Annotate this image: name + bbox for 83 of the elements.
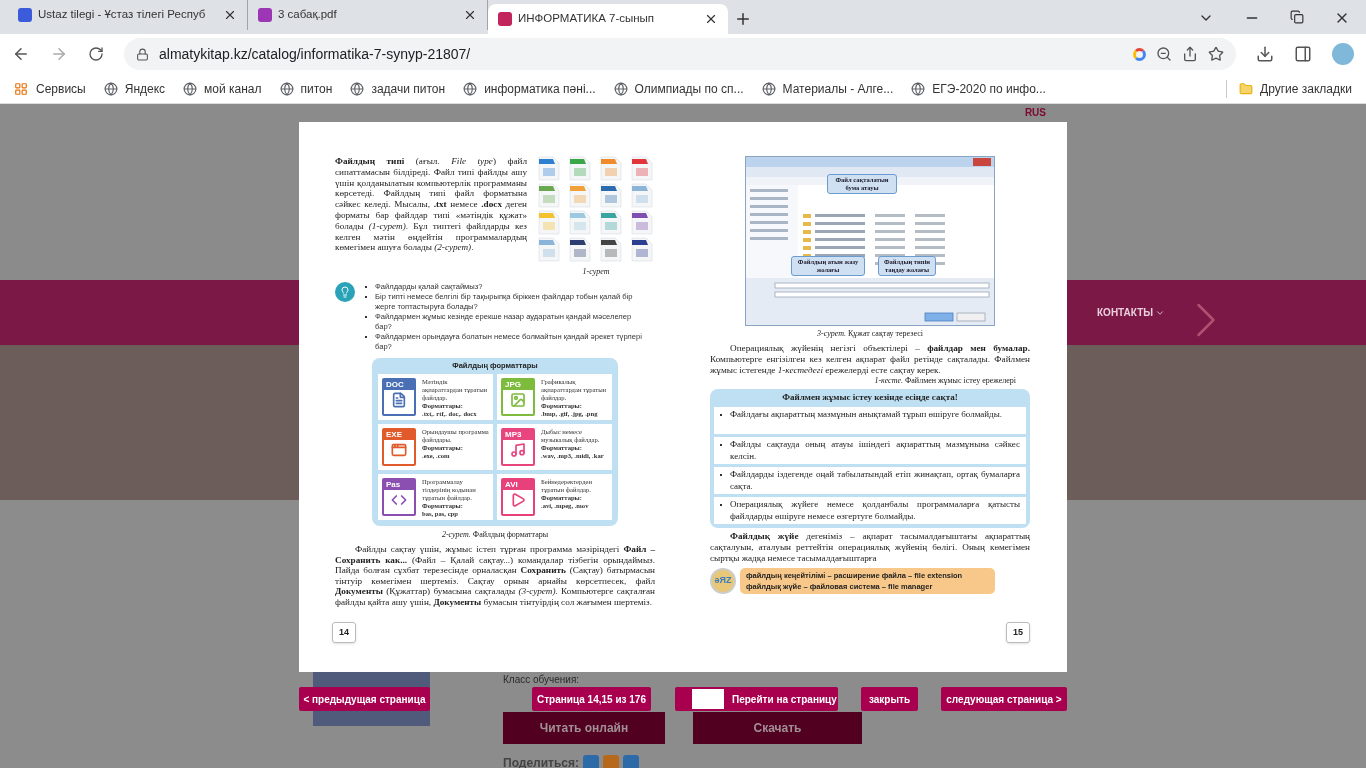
globe-icon [613, 81, 628, 96]
file-type-label: JPG [503, 380, 533, 390]
browser-tab[interactable]: 3 сабақ.pdf [248, 0, 488, 30]
address-bar[interactable]: almatykitap.kz/catalog/informatika-7-synyp-21807/ [124, 38, 1236, 70]
download-button[interactable]: Скачать [693, 712, 862, 744]
file-type-label: EXE [384, 430, 414, 440]
page-number: 15 [1006, 622, 1030, 643]
page-number-input[interactable] [692, 689, 724, 709]
page-indicator[interactable]: Страница 14,15 из 176 [532, 687, 651, 711]
close-button[interactable]: закрыть [861, 687, 918, 711]
globe-icon [103, 81, 118, 96]
other-bookmarks[interactable]: Другие закладки [1226, 79, 1352, 98]
file-type-label: Pas [384, 480, 414, 490]
document-icon [391, 392, 407, 408]
rule-text: Файлды сақтауда оның атауы ішіндегі ақпараттың мазмұнына сәйкес келсін. [730, 439, 1020, 463]
favicon-icon [18, 8, 32, 22]
download-icon[interactable] [1256, 45, 1274, 63]
window-icon [391, 442, 407, 458]
paragraph: Файлдық жүйе дегеніміз – ақпарат тасымалдағыштағы ақпараттың сақталуын, аталуын реттейтін операциялық жүйенің бөлігі. Оның көмегімен сыртқы жадқа немесе тасымалдағыштарға [710, 531, 1030, 564]
class-label: Класс обучения: [503, 673, 581, 687]
zoom-out-icon[interactable] [1156, 46, 1172, 62]
tab-title: 3 сабақ.pdf [278, 7, 338, 23]
tab-title: Ustaz tilegi - Ұстаз тілегі Респуб [38, 7, 207, 23]
page-number: 14 [332, 622, 356, 643]
figure-caption: 2-сурет. Файлдың форматтары [440, 529, 550, 541]
bookmark-item[interactable]: мой канал [183, 79, 262, 98]
bookmark-item[interactable]: информатика пәні... [463, 79, 596, 98]
paragraph: Файлдың типі (ағыл. File type) файл сипаттамасын білдіреді. Файл типі файлды ашу үшін қолданылатын компьютерлік программаны көрсетеді. Файлдың типі файл форматына сәйкес келеді. Мысалы, .txt немесе .docx деген форматы бар файлдар типі «мәтіндік құжат» болады (1-сурет). Бұл типтегі файлдарды кез келген мәтін өңдейтін программалардың көмегімен ашуға болады (2-сурет). [335, 156, 527, 255]
restore-icon[interactable] [1290, 10, 1304, 24]
reload-icon[interactable] [88, 46, 104, 62]
tab-title: ИНФОРМАТИКА 7-сынып [518, 11, 656, 27]
close-icon[interactable] [463, 8, 477, 22]
globe-icon [911, 81, 926, 96]
rule-text: Файлдағы ақпараттың мазмұнын анықтамай тұрып өшіруге болмайды. [730, 409, 1002, 422]
panel-title: Файлмен жұмыс істеу кезінде есіңде сақта! [781, 391, 959, 405]
back-icon[interactable] [12, 45, 30, 63]
side-panel-icon[interactable] [1294, 45, 1312, 63]
url-text: almatykitap.kz/catalog/informatika-7-synyp-21807/ [159, 44, 471, 64]
glossary-badge: әЯZ [710, 567, 736, 594]
browser-tab[interactable]: ИНФОРМАТИКА 7-сынып [488, 4, 728, 34]
google-icon[interactable] [1133, 47, 1146, 61]
bookmark-item[interactable]: Материалы - Алге... [761, 79, 894, 98]
apps-grid-icon [14, 81, 28, 96]
code-icon [391, 492, 407, 508]
browser-tab[interactable]: Ustaz tilegi - Ұстаз тілегі Респуб [8, 0, 248, 30]
table-caption: 1-кесте. Файлмен жұмыс істеу ережелері [873, 375, 1017, 388]
paragraph: Файлды сақтау үшін, жұмыс істеп тұрған программа мәзіріндегі Файл – Сохранить как... (Файл – Қалай сақтау...) командалар тізбегін орындаймыз. Пайда болған сұхбат терезесінде орналасқан Сохранить (Сақтау) батырмасын тінтуір көмегімен шертеміз. Сақтау орнын арнайы көрсетпесек, файл Документы (Құжаттар) бумасына сақталады (3-сурет). Компьютерге сақталған файлды қайта ашу үшін, Документы бумасын тінтуірдің сол жағымен шертеміз. [335, 544, 655, 608]
bookmark-item[interactable]: Яндекс [103, 79, 166, 98]
menu-item[interactable]: КОНТАКТЫ [1097, 305, 1154, 320]
file-type-label: AVI [503, 480, 533, 490]
music-note-icon [510, 442, 526, 458]
close-icon[interactable] [704, 12, 718, 26]
close-icon[interactable] [223, 8, 237, 22]
folder-icon [1239, 81, 1254, 96]
rule-text: Файлдарды іздегенде оңай табылатындай етіп жинақтап, ортақ бумаларға сақта. [730, 469, 1020, 493]
bookmark-item[interactable]: питон [279, 79, 333, 98]
globe-icon [463, 81, 478, 96]
picture-icon [510, 392, 526, 408]
globe-icon [761, 81, 776, 96]
figure-caption: 1-сурет [582, 266, 610, 278]
star-icon[interactable] [1208, 46, 1224, 62]
apps-bookmark[interactable]: Сервисы [14, 79, 86, 98]
lock-icon [136, 47, 149, 61]
rule-text: Операциялық жүйеге немесе қолданбалы программаларға қатысты файлдарды өшіруге немесе өзгертуге болмайды. [730, 499, 1020, 523]
globe-icon [279, 81, 294, 96]
globe-icon [183, 81, 198, 96]
play-icon [510, 492, 526, 508]
paragraph: Операциялық жүйенің негізгі объектілері – файлдар мен бумалар. Компьютерге енгізілген кез келген ақпарат файл ретінде сақталады. Файлмен жұмыс істегенде 1-кестедегі ережелерді есте сақтау керек. [710, 343, 1030, 376]
new-tab-icon[interactable] [734, 10, 752, 28]
read-online-button[interactable]: Читать онлайн [503, 712, 665, 744]
go-to-page-control[interactable]: Перейти на страницу [675, 687, 838, 711]
file-type-label: MP3 [503, 430, 533, 440]
share-icon[interactable] [1182, 46, 1198, 62]
figure-caption: 3-сурет. Құжат сақтау терезесі [816, 328, 924, 340]
next-page-button[interactable]: следующая страница > [941, 687, 1067, 711]
globe-icon [350, 81, 365, 96]
bookmark-item[interactable]: ЕГЭ-2020 по инфо... [911, 79, 1046, 98]
file-type-label: DOC [384, 380, 414, 390]
favicon-icon [258, 8, 272, 22]
previous-page-button[interactable]: < предыдущая страница [299, 687, 430, 711]
bookmark-item[interactable]: задачи питон [350, 79, 446, 98]
bookmark-item[interactable]: Олимпиады по сп... [613, 79, 744, 98]
favicon-icon [498, 12, 512, 26]
